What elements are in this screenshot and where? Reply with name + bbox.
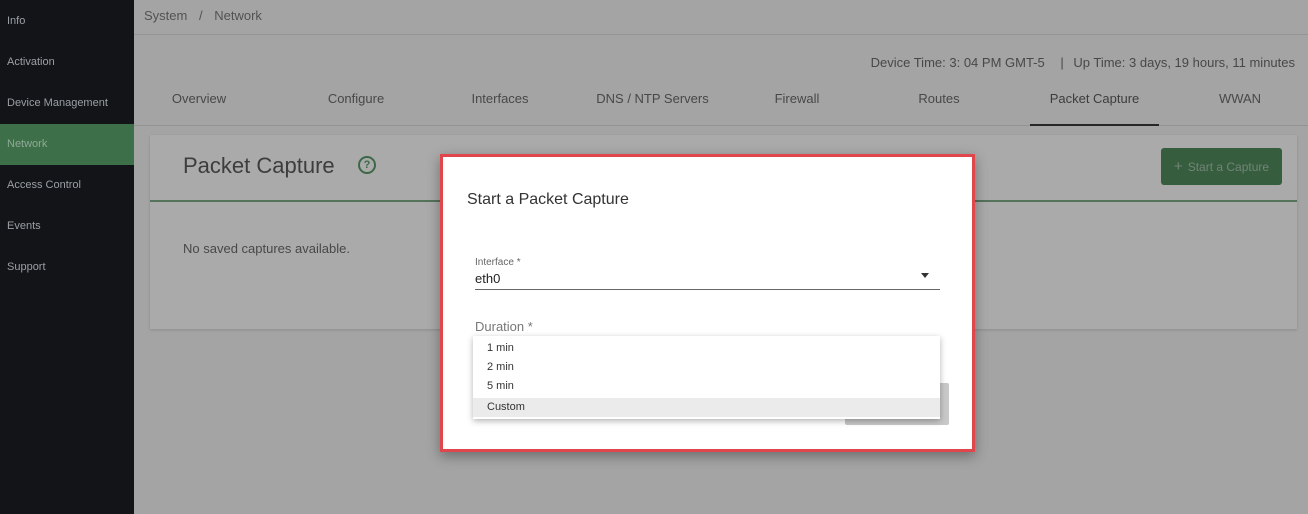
duration-dropdown-menu: 1 min 2 min 5 min Custom [473,336,940,419]
sidebar: Info Activation Device Management Networ… [0,0,134,514]
interface-underline [475,289,940,290]
interface-select[interactable]: eth0 [475,271,500,286]
sidebar-item-activation[interactable]: Activation [0,42,134,83]
duration-option-2-min[interactable]: 2 min [473,358,940,377]
sidebar-item-support[interactable]: Support [0,247,134,288]
sidebar-item-network[interactable]: Network [0,124,134,165]
duration-label[interactable]: Duration * [475,319,533,334]
sidebar-item-access-control[interactable]: Access Control [0,165,134,206]
duration-option-1-min[interactable]: 1 min [473,339,940,358]
duration-option-custom[interactable]: Custom [473,398,940,417]
dropdown-arrow-icon[interactable] [921,273,929,278]
sidebar-item-events[interactable]: Events [0,206,134,247]
duration-option-5-min[interactable]: 5 min [473,377,940,396]
sidebar-item-device-management[interactable]: Device Management [0,83,134,124]
dialog-title: Start a Packet Capture [467,191,629,208]
sidebar-item-info[interactable]: Info [0,1,134,42]
interface-label: Interface * [475,257,521,268]
